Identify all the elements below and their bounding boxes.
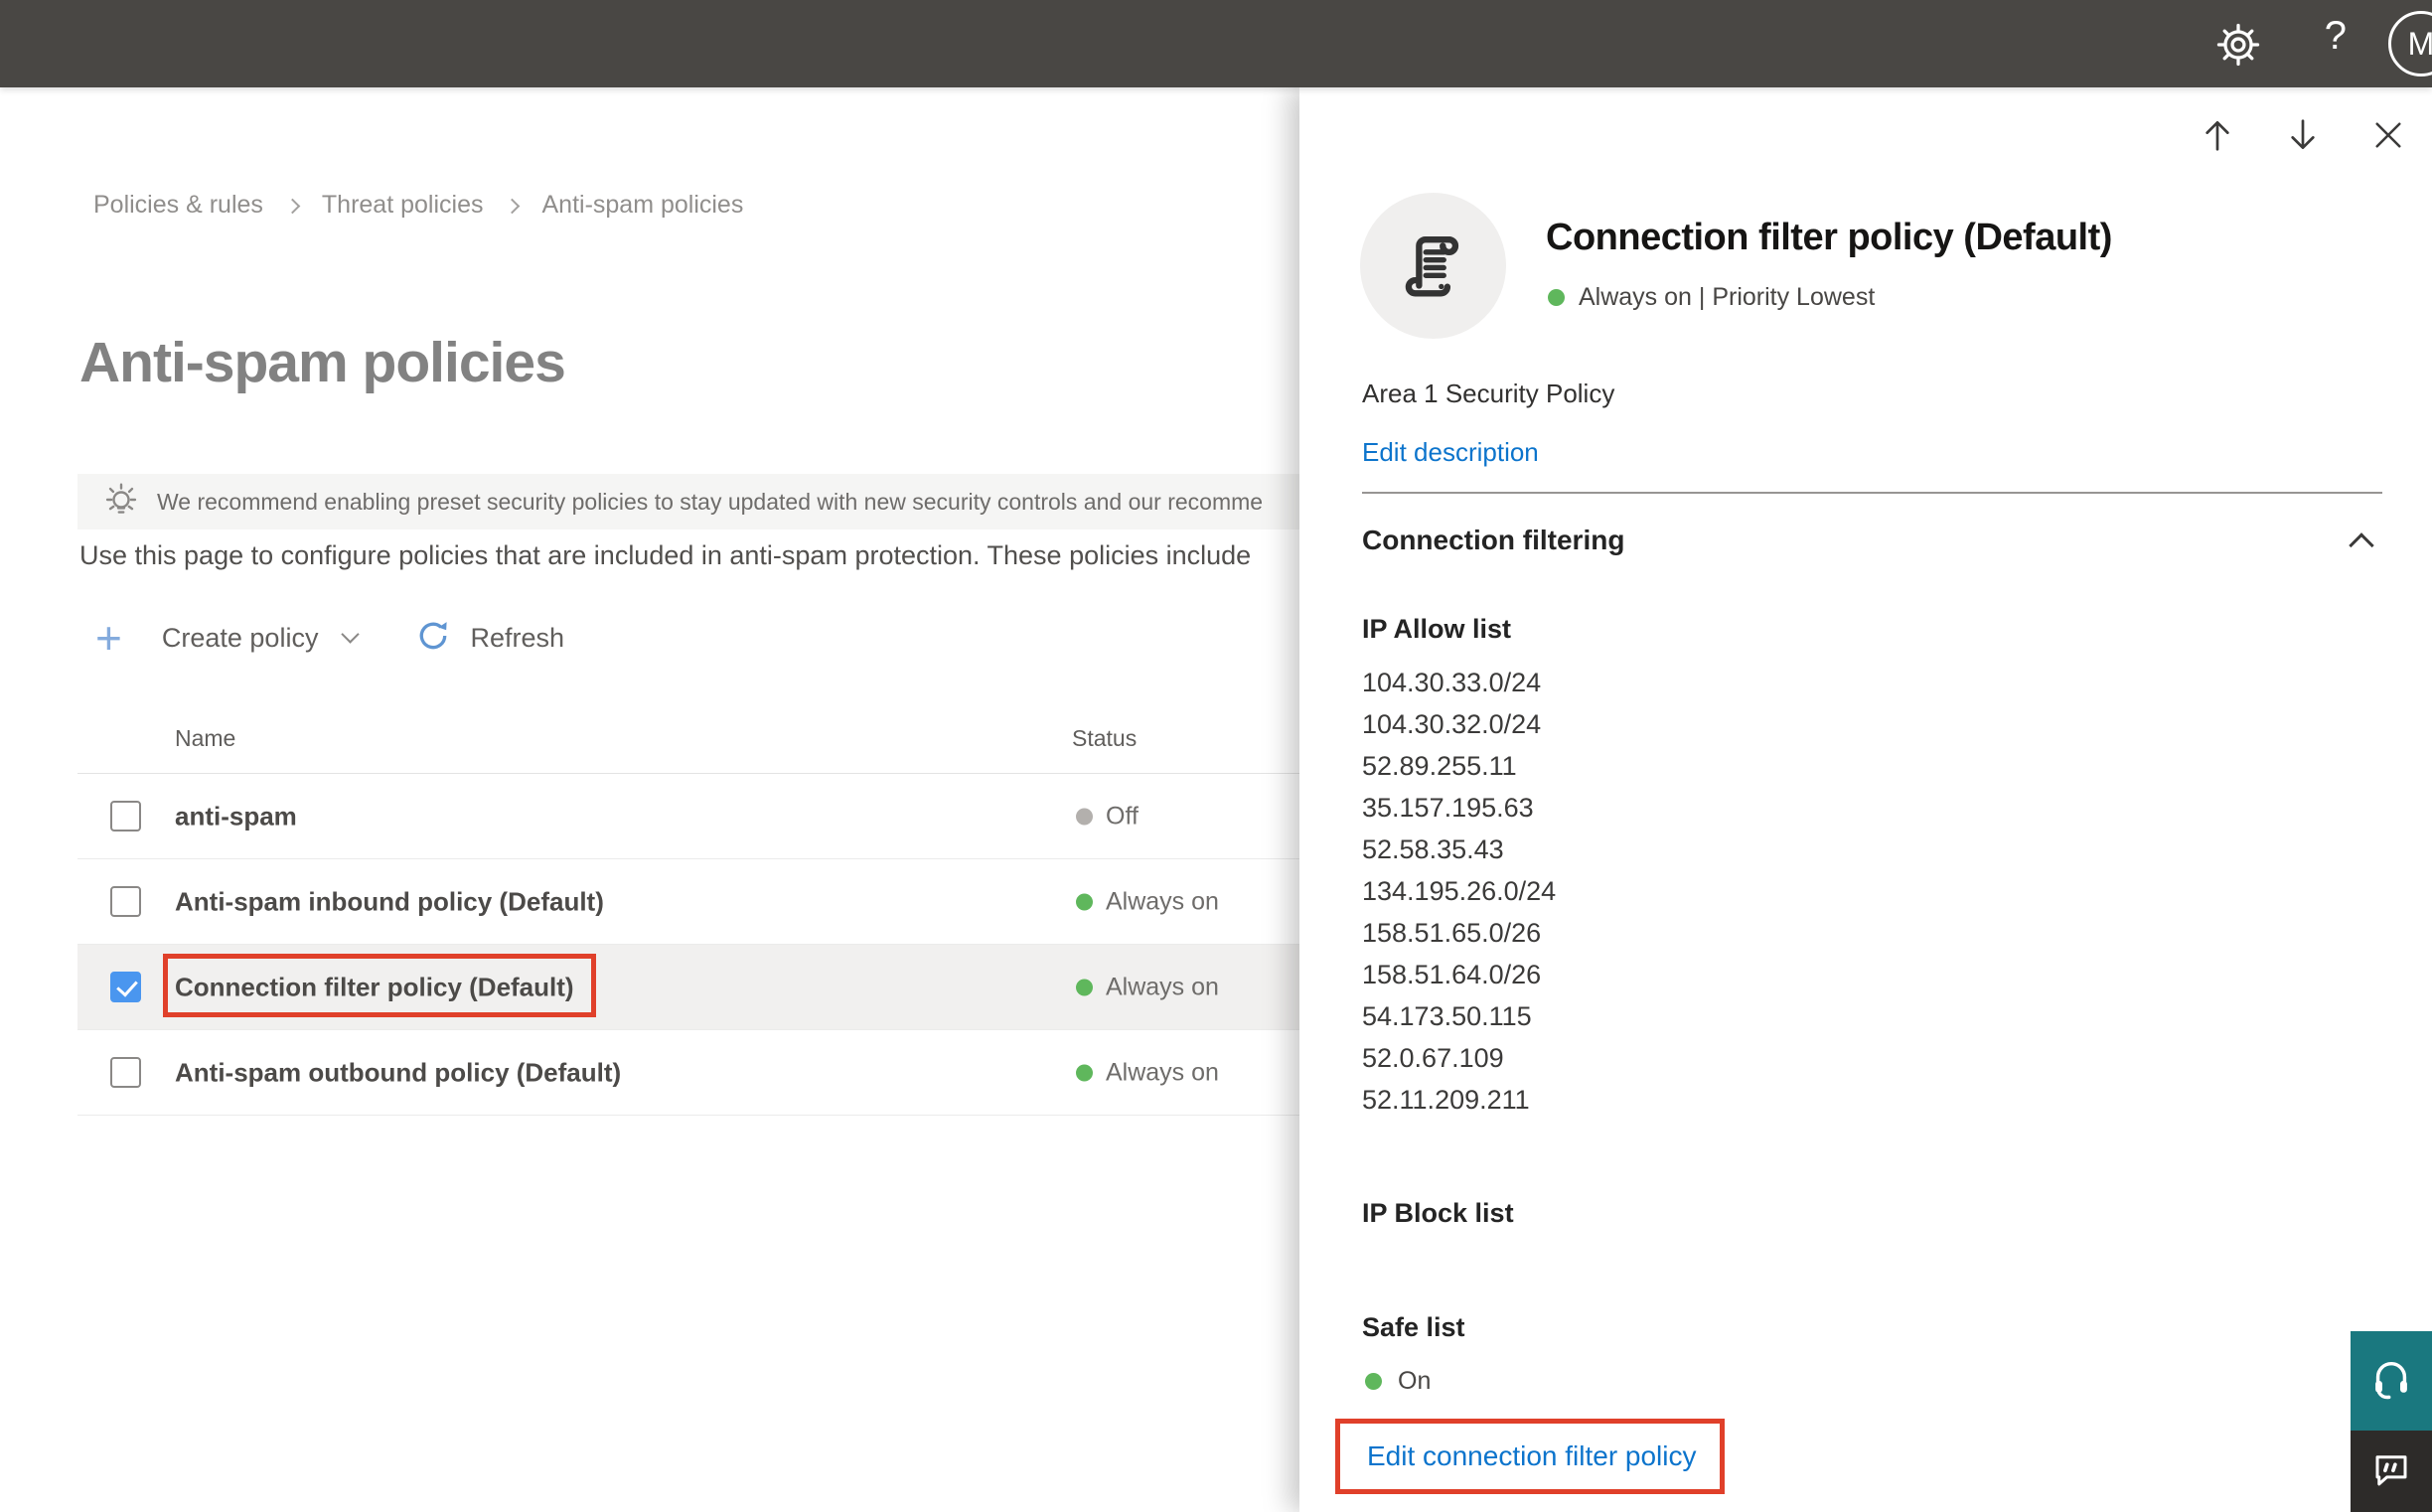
top-app-bar: ? M [0,0,2432,87]
policy-name[interactable]: Connection filter policy (Default) [175,972,574,1002]
banner-text: We recommend enabling preset security po… [157,488,1264,515]
account-avatar[interactable]: M [2388,11,2432,76]
status-dot [1076,893,1093,910]
ip-allow-list-title: IP Allow list [1362,614,1512,644]
refresh-label: Refresh [470,622,564,653]
row-checkbox-checked[interactable] [110,972,141,1002]
page-description: Use this page to configure policies that… [79,540,1252,570]
breadcrumb-threat-policies[interactable]: Threat policies [322,191,484,220]
flyout-status-line: Always on | Priority Lowest [1548,283,1875,312]
status-dot [1076,808,1093,825]
ip-entry: 52.89.255.11 [1362,751,1517,781]
status-label: Always on [1106,1058,1219,1086]
chevron-down-icon[interactable] [341,624,361,644]
safe-list-status-text: On [1398,1367,1432,1395]
status-dot [1076,979,1093,995]
status-dot [1548,289,1565,306]
next-item-arrow-down-icon[interactable] [2283,115,2323,155]
ip-block-list-title: IP Block list [1362,1198,1514,1228]
ip-entry: 134.195.26.0/24 [1362,876,1557,906]
policy-details-flyout: Connection filter policy (Default) Alway… [1299,87,2432,1512]
ip-entry: 104.30.33.0/24 [1362,668,1542,697]
flyout-nav [2198,115,2408,155]
create-policy-button[interactable]: Create policy [162,623,319,654]
ip-entry: 52.11.209.211 [1362,1085,1530,1115]
section-connection-filtering: Connection filtering [1362,525,1625,555]
support-button[interactable] [2351,1331,2432,1431]
headset-icon [2368,1356,2414,1407]
status-label: Off [1106,802,1139,830]
policy-name[interactable]: anti-spam [175,801,297,832]
ip-entry: 52.58.35.43 [1362,834,1504,864]
help-icon[interactable]: ? [2325,14,2347,59]
status-label: Always on [1106,887,1219,915]
refresh-icon [414,617,452,660]
feedback-button[interactable] [2351,1431,2432,1512]
column-header-name[interactable]: Name [175,725,235,752]
edit-description-link[interactable]: Edit description [1362,437,1539,468]
policy-name[interactable]: Anti-spam inbound policy (Default) [175,886,604,917]
ip-entry: 158.51.64.0/26 [1362,960,1542,989]
status-label: Always on [1106,973,1219,1000]
ip-entry: 52.0.67.109 [1362,1043,1504,1073]
column-header-status[interactable]: Status [1072,725,1137,752]
breadcrumb-policies-rules[interactable]: Policies & rules [93,191,263,220]
chevron-right-icon [505,198,521,215]
chevron-right-icon [284,198,301,215]
page-title: Anti-spam policies [79,331,566,394]
table-toolbar: + Create policy Refresh [95,612,564,664]
collapse-chevron-up-icon[interactable] [2349,532,2374,558]
flyout-title: Connection filter policy (Default) [1546,217,2112,258]
previous-item-arrow-up-icon[interactable] [2198,115,2237,155]
breadcrumb: Policies & rules Threat policies Anti-sp… [93,191,743,220]
ip-allow-list: 104.30.33.0/24 104.30.32.0/24 52.89.255.… [1362,662,1556,1121]
close-icon[interactable] [2368,115,2408,155]
ip-entry: 158.51.65.0/26 [1362,918,1542,948]
edit-connection-filter-policy-link[interactable]: Edit connection filter policy [1367,1440,1697,1472]
policy-name[interactable]: Anti-spam outbound policy (Default) [175,1057,621,1088]
settings-gear-icon[interactable] [2215,22,2261,68]
breadcrumb-anti-spam-policies[interactable]: Anti-spam policies [541,191,743,220]
status-dot [1076,1064,1093,1081]
safe-list-title: Safe list [1362,1312,1465,1342]
ip-entry: 104.30.32.0/24 [1362,709,1542,739]
row-checkbox[interactable] [110,886,141,917]
ip-entry: 35.157.195.63 [1362,793,1534,823]
lightbulb-icon [103,479,139,526]
row-checkbox[interactable] [110,801,141,832]
row-checkbox[interactable] [110,1057,141,1088]
ip-entry: 54.173.50.115 [1362,1001,1532,1031]
refresh-button[interactable]: Refresh [414,617,564,660]
policy-scroll-icon [1360,193,1506,339]
status-text: Always on | Priority Lowest [1579,283,1876,311]
red-highlight-box: Edit connection filter policy [1335,1419,1725,1494]
safe-list-status: On [1365,1367,1431,1396]
feedback-chat-icon [2370,1448,2412,1495]
plus-icon: + [95,612,122,664]
divider [1362,492,2382,494]
policy-description: Area 1 Security Policy [1362,378,1615,408]
status-dot [1365,1373,1382,1390]
